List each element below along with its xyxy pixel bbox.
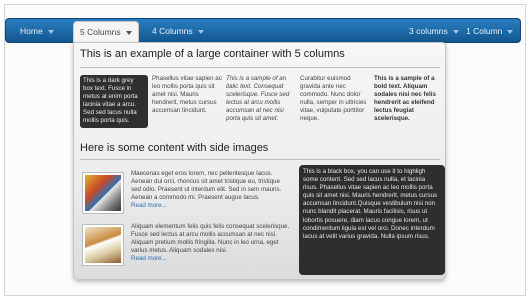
nav-label: Home <box>20 26 43 36</box>
chevron-down-icon <box>507 29 514 34</box>
chevron-down-icon <box>47 29 54 34</box>
main-navbar: Home 5 Columns 4 Columns 3 columns 1 Col… <box>5 18 521 43</box>
column-text: Phasellus vitae sapien ac leo mollis por… <box>152 75 222 115</box>
nav-label: 4 Columns <box>152 26 193 36</box>
black-box-text: This is a black box, you can use it to h… <box>303 168 438 240</box>
read-more-link[interactable]: Read more... <box>131 255 167 262</box>
item-text: Maecenas eget eros lorem, nec pellentesq… <box>131 170 282 202</box>
thumbnail-picture <box>85 175 121 211</box>
nav-label: 5 Columns <box>80 27 121 37</box>
nav-label: 3 columns <box>409 26 448 36</box>
column-italic: This is a sample of an italic text. Cons… <box>226 75 296 124</box>
item-text: Aliquam elementum felis quis felis conse… <box>131 223 290 255</box>
chevron-down-icon <box>125 30 132 35</box>
nav-item-5-columns[interactable]: 5 Columns <box>73 21 139 43</box>
column-text: This is a sample of a bold text. Aliquam… <box>374 75 436 123</box>
side-image-item: Maecenas eget eros lorem, nec pellentesq… <box>131 170 291 210</box>
thumbnail-image[interactable] <box>82 224 124 266</box>
column-plain: Phasellus vitae sapien ac leo mollis por… <box>152 75 222 115</box>
thumbnail-image[interactable] <box>82 172 124 214</box>
mega-dropdown-panel: This is an example of a large container … <box>73 42 446 280</box>
chevron-down-icon <box>197 29 204 34</box>
nav-item-home[interactable]: Home <box>20 19 54 43</box>
thumbnail-picture <box>85 227 121 263</box>
column-bold: This is a sample of a bold text. Aliquam… <box>374 75 442 124</box>
column-dark-box: This is a dark grey box text. Fusce in m… <box>80 75 148 128</box>
highlight-black-box: This is a black box, you can use it to h… <box>299 165 445 275</box>
nav-item-4-columns[interactable]: 4 Columns <box>152 19 204 43</box>
column-text: This is a dark grey box text. Fusce in m… <box>83 77 138 125</box>
chevron-down-icon <box>452 29 459 34</box>
column-text: This is a sample of an italic text. Cons… <box>226 75 290 123</box>
column-plain-2: Curabitur euismod gravida ante nec commo… <box>300 75 370 124</box>
divider <box>80 67 440 68</box>
section-heading-side-images: Here is some content with side images <box>80 142 269 154</box>
read-more-link[interactable]: Read more... <box>131 202 167 209</box>
nav-item-1-column[interactable]: 1 Column <box>466 19 514 43</box>
nav-label: 1 Column <box>466 26 503 36</box>
nav-item-3-columns[interactable]: 3 columns <box>409 19 459 43</box>
side-image-item: Aliquam elementum felis quis felis conse… <box>131 223 291 263</box>
section-heading-columns: This is an example of a large container … <box>80 48 345 60</box>
column-text: Curabitur euismod gravida ante nec commo… <box>300 75 367 123</box>
divider <box>80 159 440 160</box>
